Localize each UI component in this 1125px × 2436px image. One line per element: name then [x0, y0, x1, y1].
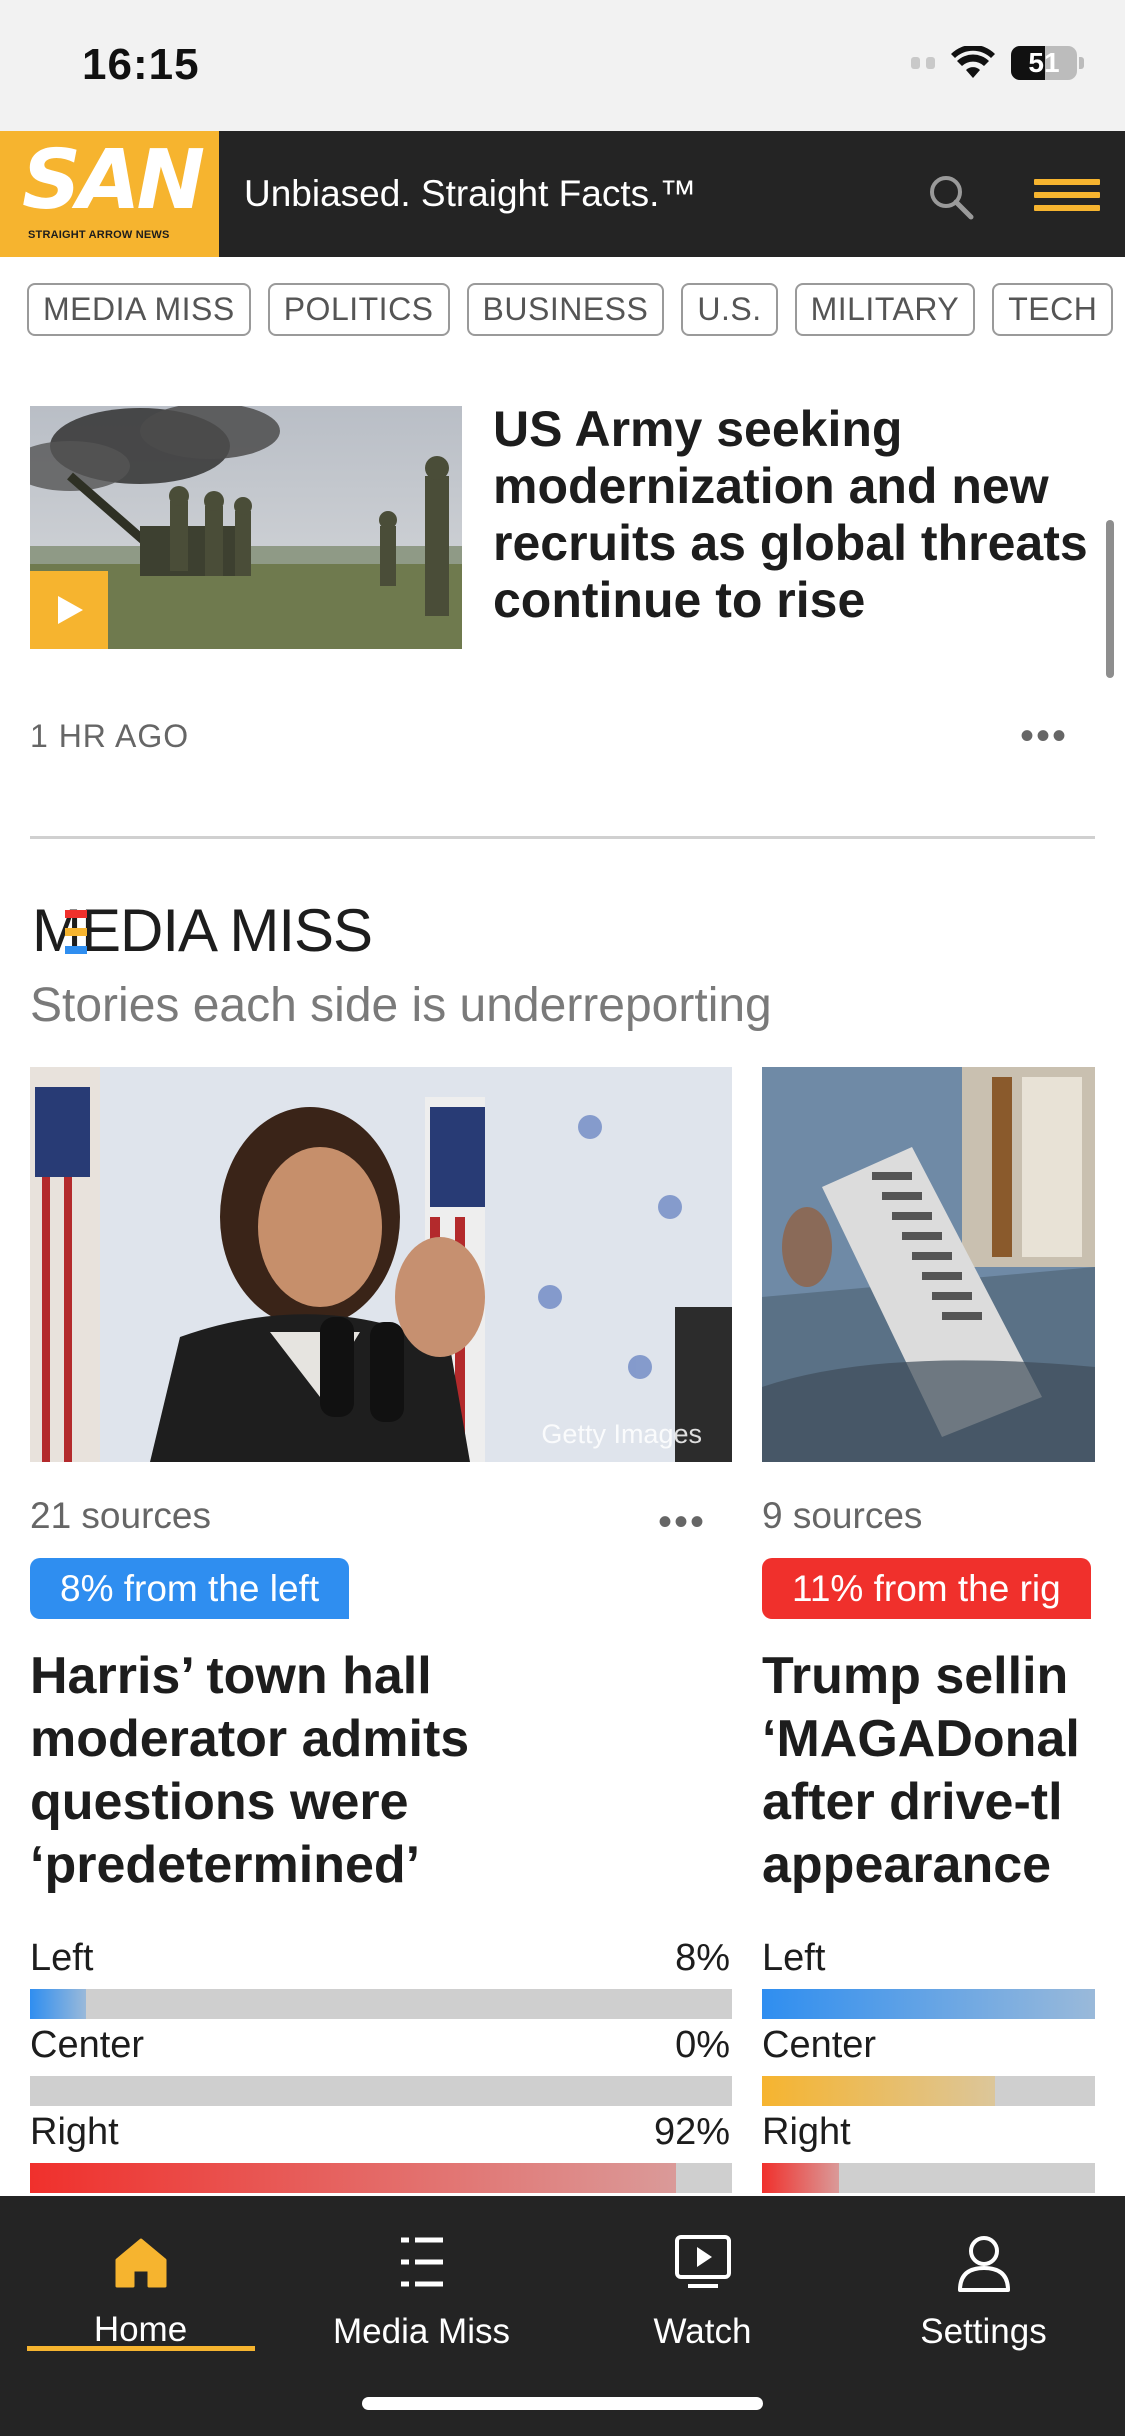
play-icon [674, 2235, 731, 2288]
headline-line: ‘predetermined’ [30, 1836, 421, 1894]
bias-bar [762, 2076, 1095, 2106]
status-icons: 51 [911, 46, 1084, 80]
bias-label: Center [30, 2024, 145, 2066]
nav-home[interactable]: Home [0, 2196, 281, 2396]
nav-label: Watch [653, 2312, 752, 2351]
headline-line: moderator admits [30, 1710, 470, 1768]
image-credit: Getty Images [541, 1419, 702, 1449]
hamburger-menu-icon[interactable] [1034, 179, 1100, 211]
category-chip[interactable]: TECH [992, 283, 1114, 336]
bias-bar [30, 2076, 732, 2106]
bias-badge: 8% from the left [30, 1558, 350, 1619]
media-miss-bars-icon [65, 910, 87, 954]
headline-line: after drive-tl [762, 1773, 1063, 1831]
logo-text: SAN [22, 133, 205, 228]
headline-line: appearance [762, 1836, 1052, 1894]
category-chip[interactable]: MILITARY [794, 283, 976, 336]
active-tab-indicator [27, 2346, 255, 2351]
status-time: 16:15 [82, 40, 200, 89]
article-thumbnail[interactable] [30, 406, 462, 649]
list-icon [400, 2237, 443, 2287]
bias-label: Right [30, 2111, 119, 2153]
article-headline[interactable]: US Army seeking modernization and new re… [493, 401, 1103, 629]
bias-bar-fill [30, 1989, 87, 2019]
story-headline[interactable]: Trump sellin ‘MAGADonal after drive-tl a… [762, 1645, 1080, 1897]
bias-label: Right [762, 2111, 851, 2153]
tagline: Unbiased. Straight Facts.™ [244, 173, 697, 214]
bias-label: Left [762, 1937, 826, 1979]
media-miss-subtitle: Stories each side is underreporting [30, 979, 772, 1032]
headline-line: questions were [30, 1773, 409, 1831]
bias-bar-fill [762, 2076, 996, 2106]
bias-percent: 8% [675, 1937, 730, 1979]
bias-label: Left [30, 1937, 94, 1979]
nav-label: Home [93, 2310, 188, 2349]
bias-bar [762, 2163, 1095, 2193]
source-count: 21 sources [30, 1495, 211, 1536]
bias-bar [30, 2163, 732, 2193]
search-icon[interactable] [925, 171, 977, 223]
story-image[interactable] [762, 1067, 1095, 1462]
story-image[interactable]: Getty Images [30, 1067, 732, 1462]
home-icon [115, 2238, 166, 2288]
bias-bar-fill [30, 2163, 676, 2193]
media-miss-card[interactable]: 9 sources 11% from the rig Trump sellin … [762, 1067, 1095, 2196]
divider [30, 836, 1095, 839]
headline-line: ‘MAGADonal [762, 1710, 1080, 1768]
category-chip[interactable]: BUSINESS [466, 283, 665, 336]
home-indicator[interactable] [362, 2397, 763, 2410]
bias-bar [762, 1989, 1095, 2019]
article-timestamp: 1 HR AGO [30, 718, 190, 754]
nav-watch[interactable]: Watch [562, 2196, 843, 2396]
bias-percent: 92% [653, 2111, 730, 2153]
bias-percent: 0% [675, 2024, 730, 2066]
cellular-signal-icon [911, 57, 935, 69]
story-headline[interactable]: Harris’ town hall moderator admits quest… [30, 1645, 469, 1897]
nav-label: Settings [920, 2312, 1047, 2351]
headline-line: Trump sellin [762, 1647, 1069, 1705]
more-options-icon[interactable]: ••• [658, 1502, 706, 1542]
scrollbar[interactable] [1106, 520, 1114, 678]
bias-badge: 11% from the rig [762, 1558, 1091, 1619]
play-icon [58, 596, 83, 624]
category-chips: MEDIA MISS POLITICS BUSINESS U.S. MILITA… [27, 283, 1114, 336]
nav-label: Media Miss [333, 2312, 510, 2351]
nav-settings[interactable]: Settings [843, 2196, 1124, 2396]
play-video-button[interactable] [30, 571, 108, 649]
source-count: 9 sources [762, 1495, 923, 1536]
drive-thru-photo [762, 1067, 1095, 1462]
headline-line: Harris’ town hall [30, 1647, 432, 1705]
battery-icon: 51 [1011, 46, 1084, 80]
status-bar: 16:15 51 [0, 0, 1125, 131]
battery-level: 51 [1028, 47, 1060, 78]
category-chip[interactable]: MEDIA MISS [27, 283, 251, 336]
wifi-icon [951, 46, 995, 78]
category-chip[interactable]: POLITICS [267, 283, 450, 336]
san-logo[interactable]: SAN STRAIGHT ARROW NEWS [0, 131, 219, 257]
category-chip[interactable]: U.S. [681, 283, 778, 336]
bias-label: Center [762, 2024, 877, 2066]
bias-bar-fill [762, 1989, 1095, 2019]
bias-bar [30, 1989, 732, 2019]
app-header: SAN STRAIGHT ARROW NEWS Unbiased. Straig… [0, 131, 1125, 257]
bias-bar-fill [762, 2163, 839, 2193]
logo-subtext: STRAIGHT ARROW NEWS [28, 229, 170, 241]
user-icon [957, 2236, 1010, 2292]
more-options-icon[interactable]: ••• [1020, 716, 1068, 756]
nav-media-miss[interactable]: Media Miss [281, 2196, 562, 2396]
harris-photo [30, 1067, 732, 1462]
